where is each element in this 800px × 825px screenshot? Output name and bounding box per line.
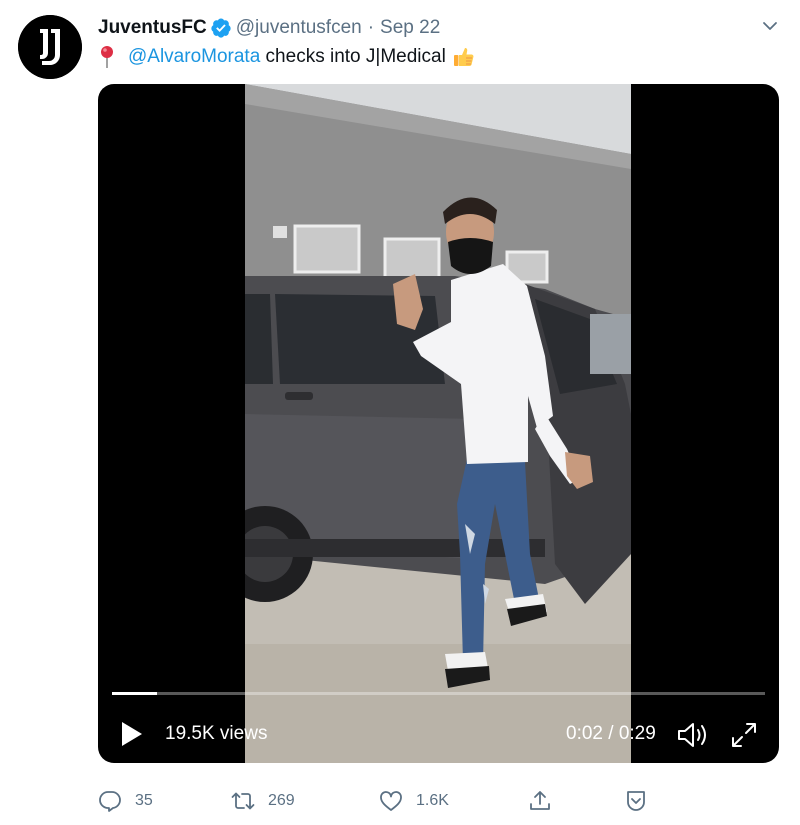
tweet-header: JuventusFC @juventusfcen · Sep 22: [98, 16, 440, 40]
tweet-text: @AlvaroMorata checks into J|Medical: [98, 44, 476, 70]
view-count: 19.5K views: [165, 723, 268, 744]
round-pushpin-icon: [98, 45, 116, 69]
tweet-date[interactable]: Sep 22: [380, 17, 440, 39]
video-player[interactable]: 19.5K views 0:02 / 0:29: [98, 84, 779, 763]
reply-count: 35: [135, 792, 153, 809]
author-handle[interactable]: @juventusfcen: [236, 17, 362, 39]
tweet-body-text: checks into J|Medical: [260, 46, 446, 67]
video-time: 0:02 / 0:29: [566, 723, 656, 744]
tweet-actions: 35 269 1.6K: [98, 786, 658, 816]
share-icon: [530, 791, 550, 810]
video-progress-fill: [112, 692, 157, 695]
save-tweet-icon: [627, 791, 645, 811]
mention-link[interactable]: @AlvaroMorata: [128, 46, 260, 68]
juventus-logo-icon: [18, 15, 82, 79]
volume-icon[interactable]: [676, 721, 710, 749]
share-button[interactable]: [528, 786, 552, 816]
retweet-button[interactable]: 269: [231, 786, 295, 816]
bookmark-button[interactable]: [624, 786, 648, 816]
fullscreen-icon[interactable]: [730, 721, 758, 749]
like-button[interactable]: 1.6K: [379, 786, 449, 816]
avatar[interactable]: [18, 15, 82, 79]
play-icon[interactable]: [120, 720, 144, 748]
heart-icon: [380, 791, 402, 811]
video-progress-bar[interactable]: [112, 692, 765, 695]
retweet-icon: [231, 792, 255, 810]
reply-icon: [99, 791, 121, 812]
verified-badge-icon: [210, 17, 232, 39]
thumbs-up-icon: [452, 45, 476, 69]
chevron-down-icon[interactable]: [760, 16, 780, 36]
author-name[interactable]: JuventusFC: [98, 17, 207, 39]
retweet-count: 269: [268, 792, 295, 809]
reply-button[interactable]: 35: [98, 786, 153, 816]
separator-dot: ·: [367, 17, 375, 38]
video-frame: [245, 84, 631, 763]
like-count: 1.6K: [416, 792, 449, 809]
